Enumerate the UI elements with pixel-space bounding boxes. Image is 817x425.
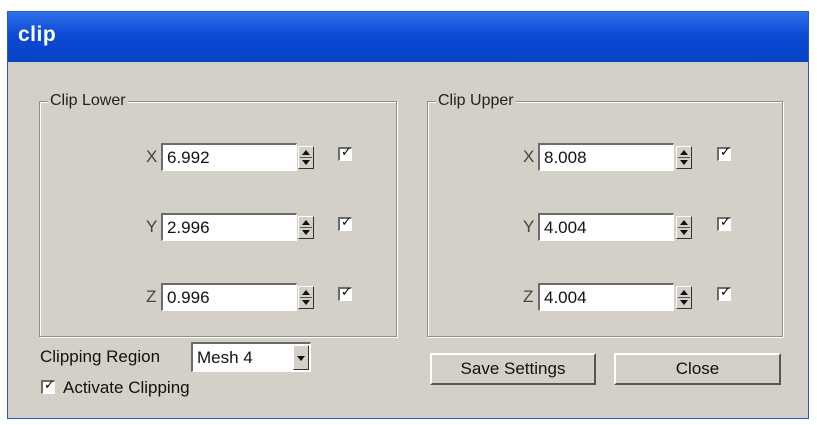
clip-lower-z-checkbox[interactable]: ✓ (338, 284, 352, 301)
clipping-region-label: Clipping Region (40, 347, 161, 366)
checkmark-icon: ✓ (341, 214, 352, 229)
clip-lower-z-spinner[interactable] (298, 286, 314, 309)
clip-lower-x-checkbox[interactable]: ✓ (338, 144, 352, 161)
spin-down-icon (680, 300, 688, 305)
clip-lower-z-input[interactable]: 0.996 (161, 283, 297, 311)
axis-label-y: Y (146, 217, 158, 236)
clip-upper-z-row: Z 4.004 ✓ (428, 283, 782, 313)
clip-dialog: clip Clip Lower X 6.992 ✓ Y 2.996 ✓ Z 0.… (7, 11, 809, 419)
spin-down-icon (680, 160, 688, 165)
spin-up-icon (680, 150, 688, 155)
clip-upper-y-checkbox[interactable]: ✓ (717, 214, 731, 231)
clip-upper-group: Clip Upper X 8.008 ✓ Y 4.004 ✓ Z 4.004 ✓ (427, 92, 783, 337)
clip-lower-group: Clip Lower X 6.992 ✓ Y 2.996 ✓ Z 0.996 ✓ (39, 92, 397, 337)
clip-lower-y-input[interactable]: 2.996 (161, 213, 297, 241)
axis-label-x: X (523, 147, 535, 166)
clip-upper-z-spinner[interactable] (676, 286, 692, 309)
close-button[interactable]: Close (614, 353, 781, 385)
spin-down-icon (302, 160, 310, 165)
clip-upper-x-checkbox[interactable]: ✓ (717, 144, 731, 161)
clip-upper-legend: Clip Upper (436, 92, 516, 110)
clip-upper-z-checkbox[interactable]: ✓ (717, 284, 731, 301)
clip-upper-x-row: X 8.008 ✓ (428, 143, 782, 173)
spin-up-icon (680, 290, 688, 295)
clipping-region-value: Mesh 4 (197, 348, 253, 367)
checkmark-icon: ✓ (44, 377, 55, 392)
clip-upper-x-spinner[interactable] (676, 146, 692, 169)
spin-down-icon (302, 300, 310, 305)
clip-upper-x-input[interactable]: 8.008 (538, 143, 674, 171)
clip-upper-y-input[interactable]: 4.004 (538, 213, 674, 241)
clipping-region-select[interactable]: Mesh 4 (191, 342, 311, 372)
spin-up-icon (302, 220, 310, 225)
spin-down-icon (680, 230, 688, 235)
activate-clipping-label[interactable]: Activate Clipping (63, 378, 190, 398)
axis-label-x: X (146, 147, 158, 166)
spin-up-icon (302, 290, 310, 295)
clip-upper-y-spinner[interactable] (676, 216, 692, 239)
checkmark-icon: ✓ (720, 284, 731, 299)
dropdown-arrow-icon[interactable] (293, 345, 309, 370)
checkmark-icon: ✓ (341, 144, 352, 159)
spin-up-icon (680, 220, 688, 225)
title-bar[interactable]: clip (8, 12, 808, 62)
checkmark-icon: ✓ (720, 144, 731, 159)
clip-lower-y-row: Y 2.996 ✓ (40, 213, 396, 243)
spin-down-icon (302, 230, 310, 235)
axis-label-y: Y (523, 217, 535, 236)
save-settings-button[interactable]: Save Settings (430, 353, 596, 385)
spin-up-icon (302, 150, 310, 155)
checkmark-icon: ✓ (720, 214, 731, 229)
clip-upper-y-row: Y 4.004 ✓ (428, 213, 782, 243)
clip-lower-x-row: X 6.992 ✓ (40, 143, 396, 173)
clip-lower-z-row: Z 0.996 ✓ (40, 283, 396, 313)
clip-lower-legend: Clip Lower (48, 92, 128, 110)
window-title: clip (18, 23, 57, 46)
clip-upper-z-input[interactable]: 4.004 (538, 283, 674, 311)
clip-lower-y-spinner[interactable] (298, 216, 314, 239)
axis-label-z: Z (523, 287, 534, 306)
clip-lower-y-checkbox[interactable]: ✓ (338, 214, 352, 231)
clip-lower-x-spinner[interactable] (298, 146, 314, 169)
checkmark-icon: ✓ (341, 284, 352, 299)
clip-lower-x-input[interactable]: 6.992 (161, 143, 297, 171)
axis-label-z: Z (146, 287, 157, 306)
activate-clipping-checkbox[interactable]: ✓ (41, 377, 55, 394)
